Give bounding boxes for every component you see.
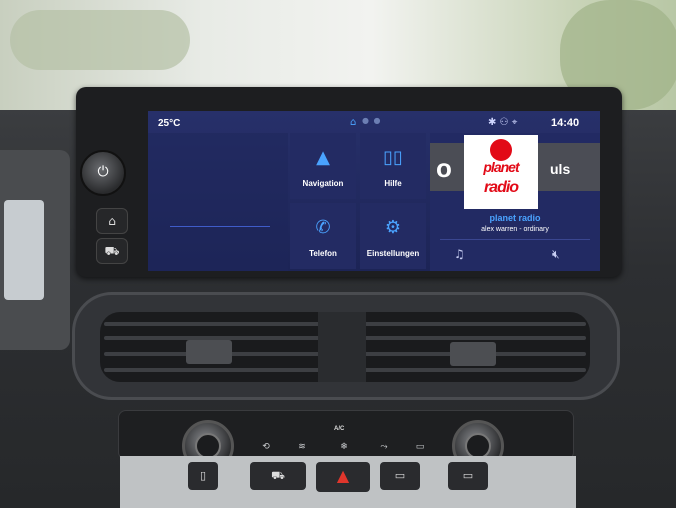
phone-icon: ✆ xyxy=(315,217,331,238)
hazard-icon: ▲ xyxy=(336,466,350,485)
divider xyxy=(440,239,590,240)
tile-navigation[interactable]: ▲ Navigation xyxy=(290,133,356,199)
tile-phone-label: Telefon xyxy=(309,249,337,258)
tile-navigation-label: Navigation xyxy=(302,179,344,188)
book-icon: ▯▯ xyxy=(383,147,403,168)
gear-icon: ⚙ xyxy=(384,217,402,238)
power-icon: ⏻ xyxy=(97,164,109,180)
status-bar: 25°C ⌂ ● ● ✱ ⚇ ⌖ 14:40 xyxy=(148,111,600,133)
infotainment-screen: 25°C ⌂ ● ● ✱ ⚇ ⌖ 14:40 ▲ Navigation ▯▯ H… xyxy=(148,111,600,271)
door-lock-button[interactable]: ⛟ xyxy=(250,462,306,490)
divider xyxy=(170,226,270,227)
radio-bg-right-text: uls xyxy=(550,161,571,177)
home-button[interactable]: ⌂ xyxy=(96,208,128,234)
tile-help[interactable]: ▯▯ Hilfe xyxy=(360,133,426,199)
radio-widget[interactable]: o uls planet radio planet radio alex war… xyxy=(430,133,600,271)
track-title: alex warren - ordinary xyxy=(481,226,549,233)
usb-port-icon: ▯ xyxy=(188,462,218,490)
station-name: planet radio xyxy=(489,213,541,223)
power-volume-knob[interactable]: ⏻ xyxy=(80,150,126,196)
mute-icon[interactable]: 🔇︎ xyxy=(552,247,560,262)
tile-help-label: Hilfe xyxy=(384,179,402,188)
status-icons: ✱ ⚇ ⌖ xyxy=(488,117,518,128)
navigation-arrow-icon: ▲ xyxy=(316,147,330,168)
vent-adjust-tab-right[interactable] xyxy=(450,342,496,366)
tile-settings[interactable]: ⚙ Einstellungen xyxy=(360,203,426,269)
temperature: 25°C xyxy=(158,118,181,129)
instrument-cluster xyxy=(4,200,44,300)
tile-phone[interactable]: ✆ Telefon xyxy=(290,203,356,269)
usb-socket: ▭ xyxy=(380,462,420,490)
ac-label: A/C xyxy=(334,426,345,432)
home-icon[interactable]: ⌂ xyxy=(350,117,356,128)
usb-socket: ▭ xyxy=(448,462,488,490)
logo-text-planet: planet xyxy=(483,159,519,175)
vent-adjust-tab-left[interactable] xyxy=(186,340,232,364)
music-source-icon[interactable]: ♫ xyxy=(454,247,465,261)
vent-center-divider xyxy=(318,312,366,382)
logo-text-radio: radio xyxy=(483,179,519,196)
hazard-button[interactable]: ▲ xyxy=(316,462,370,492)
background-blur xyxy=(10,10,190,70)
planet-radio-logo: planet radio xyxy=(464,135,538,209)
page-indicator: ● ● xyxy=(362,116,382,125)
logo-ball xyxy=(490,139,512,161)
tile-settings-label: Einstellungen xyxy=(366,249,420,258)
car-button[interactable]: ⛟ xyxy=(96,238,128,264)
clock: 14:40 xyxy=(551,117,580,129)
radio-bg-left-text: o xyxy=(436,153,452,183)
widget-left-empty[interactable] xyxy=(148,133,288,271)
